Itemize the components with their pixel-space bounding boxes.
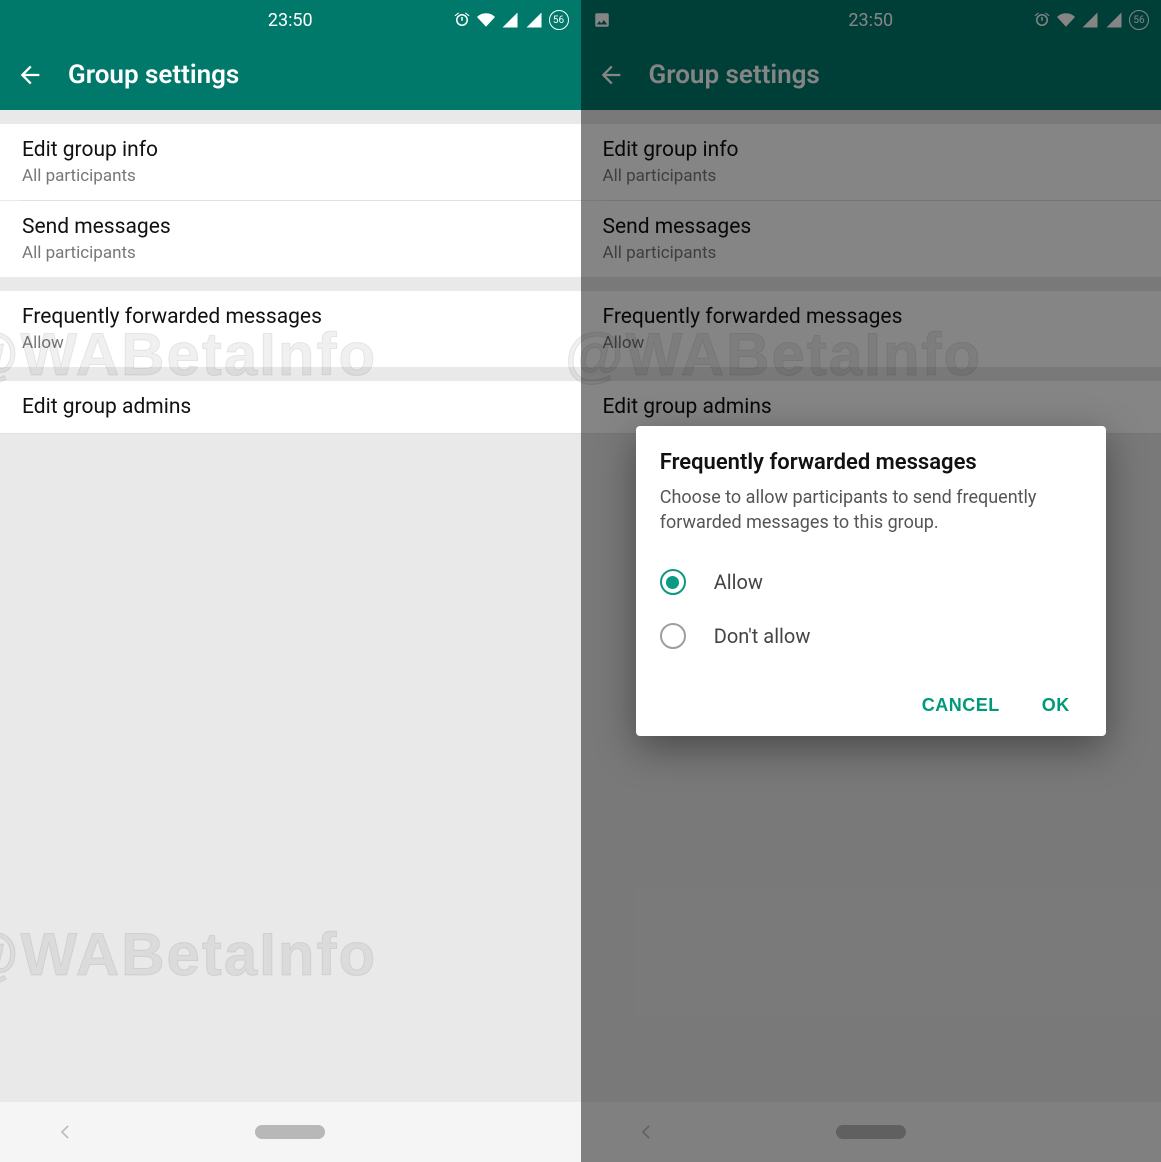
alarm-icon [453,11,471,29]
nav-back-icon[interactable] [55,1122,75,1142]
cancel-button[interactable]: CANCEL [916,687,1006,724]
phone-screen-left: 23:50 56 Group settings Edit group info … [0,0,581,1162]
signal-icon [501,11,519,29]
ok-button[interactable]: OK [1036,687,1076,724]
setting-title: Edit group admins [22,395,559,419]
status-bar: 23:50 56 [0,0,581,40]
radio-option-allow[interactable]: Allow [660,555,1082,609]
radio-icon-selected [660,569,686,595]
settings-content: Edit group info All participants Send me… [0,110,581,1102]
modal-overlay[interactable]: Frequently forwarded messages Choose to … [581,0,1161,1162]
phone-screen-right: 23:50 56 Group settings Edit group info … [581,0,1161,1162]
radio-label: Allow [714,570,763,594]
status-time: 23:50 [268,10,313,31]
dialog-description: Choose to allow participants to send fre… [660,485,1082,535]
radio-option-dont-allow[interactable]: Don't allow [660,609,1082,663]
setting-frequently-forwarded[interactable]: Frequently forwarded messages Allow [0,291,581,367]
setting-subtitle: All participants [22,166,559,186]
setting-subtitle: All participants [22,243,559,263]
page-title: Group settings [68,60,239,90]
radio-label: Don't allow [714,624,811,648]
ffm-dialog: Frequently forwarded messages Choose to … [636,426,1106,736]
app-bar: Group settings [0,40,581,110]
dialog-title: Frequently forwarded messages [660,450,1082,475]
setting-send-messages[interactable]: Send messages All participants [0,201,581,277]
setting-title: Send messages [22,215,559,239]
status-icons: 56 [453,10,569,30]
setting-edit-group-info[interactable]: Edit group info All participants [0,124,581,200]
back-button[interactable] [16,61,44,89]
battery-badge: 56 [549,10,569,30]
setting-title: Frequently forwarded messages [22,305,559,329]
setting-edit-group-admins[interactable]: Edit group admins [0,381,581,433]
radio-icon-unselected [660,623,686,649]
signal-icon-2 [525,11,543,29]
dialog-actions: CANCEL OK [660,687,1082,724]
setting-title: Edit group info [22,138,559,162]
navigation-bar [0,1102,581,1162]
setting-subtitle: Allow [22,333,559,353]
nav-home-pill[interactable] [255,1125,325,1139]
wifi-icon [477,11,495,29]
